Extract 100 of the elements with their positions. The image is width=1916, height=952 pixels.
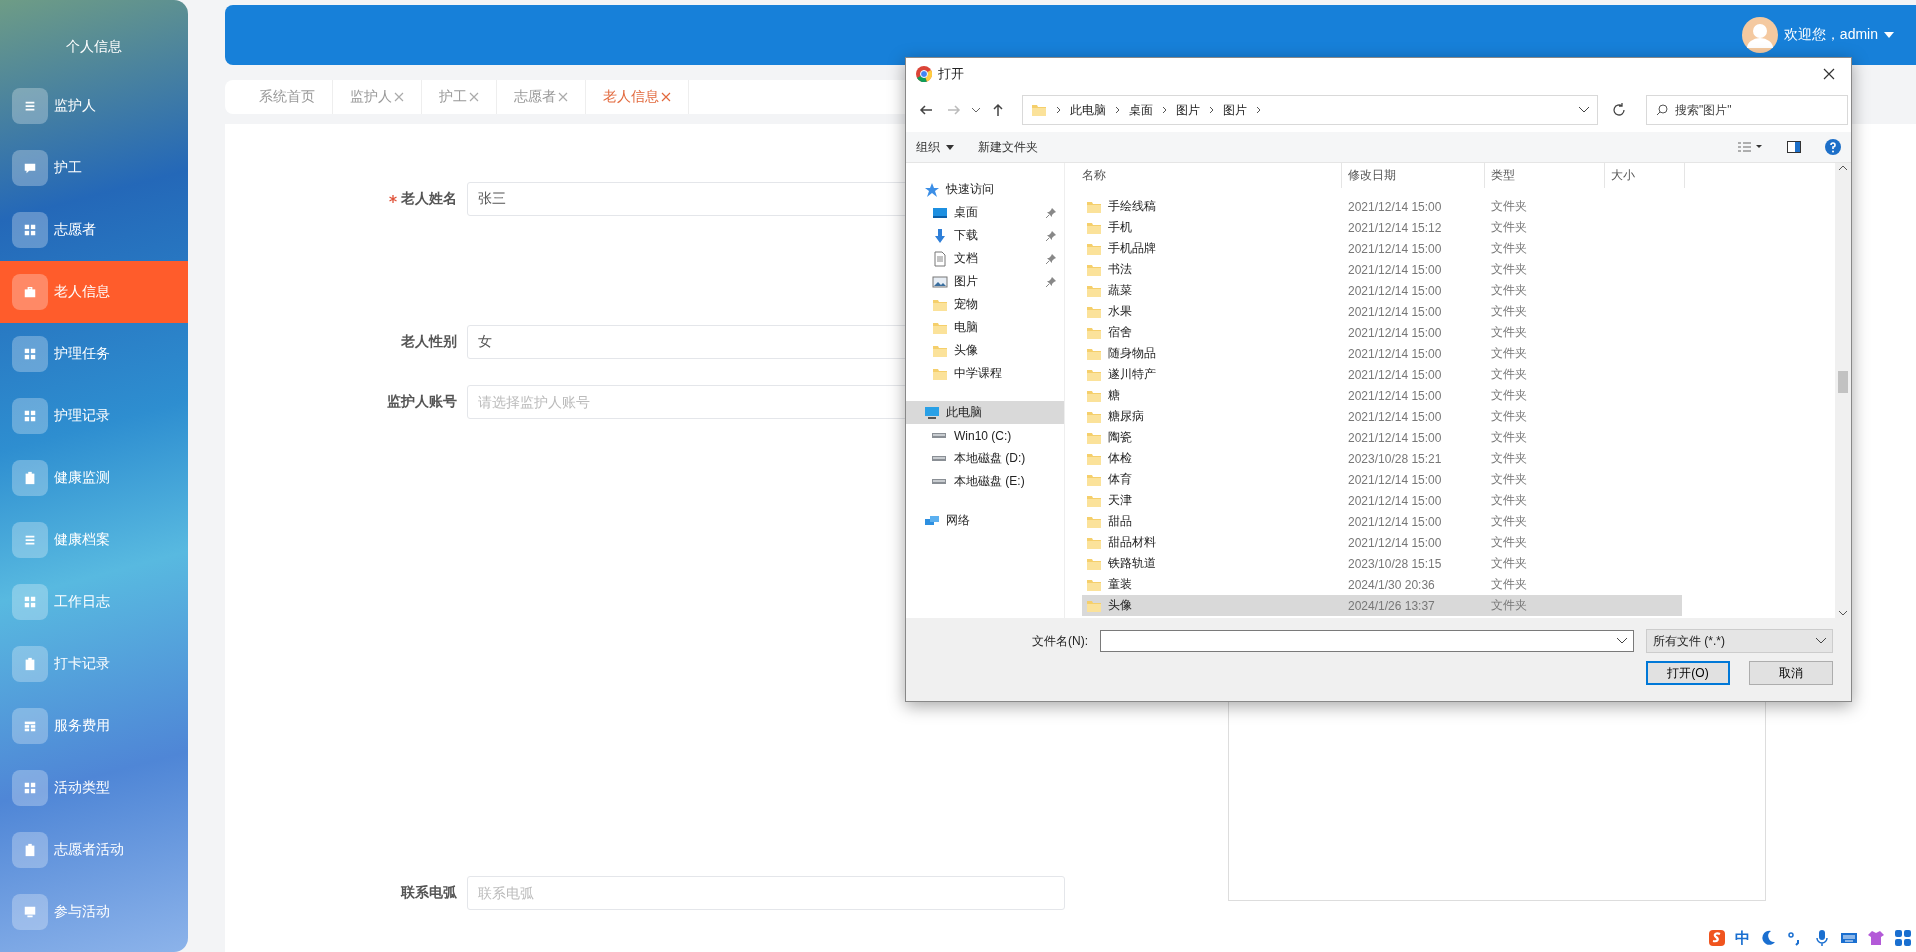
scroll-down-icon[interactable] [1839, 611, 1847, 615]
scrollbar[interactable] [1835, 163, 1851, 618]
file-row[interactable]: 书法 2021/12/14 15:00 文件夹 [1082, 259, 1682, 280]
microphone-icon[interactable] [1813, 929, 1831, 947]
ime-mode[interactable]: 中 [1735, 928, 1750, 948]
file-type: 文件夹 [1490, 303, 1527, 320]
file-type: 文件夹 [1490, 408, 1527, 425]
file-row[interactable]: 体育 2021/12/14 15:00 文件夹 [1082, 469, 1682, 490]
address-bar[interactable]: 此电脑 桌面 图片 图片 [1022, 95, 1598, 125]
chevron-down-icon[interactable] [1579, 107, 1589, 113]
dialog-button[interactable]: 取消 [1749, 661, 1833, 685]
scroll-thumb[interactable] [1838, 371, 1848, 393]
nav-item[interactable]: 下载 [906, 224, 1064, 247]
download-icon [932, 227, 948, 244]
shirt-icon[interactable] [1867, 929, 1885, 947]
file-name: 书法 [1108, 261, 1132, 278]
field-label: 老人性别 [401, 333, 457, 351]
sidebar-title: 个人信息 [66, 37, 122, 56]
file-row[interactable]: 体检 2023/10/28 15:21 文件夹 [1082, 448, 1682, 469]
file-row[interactable]: 甜品 2021/12/14 15:00 文件夹 [1082, 511, 1682, 532]
file-row[interactable]: 遂川特产 2021/12/14 15:00 文件夹 [1082, 364, 1682, 385]
file-row[interactable]: 陶瓷 2021/12/14 15:00 文件夹 [1082, 427, 1682, 448]
field-label: 老人姓名 [401, 190, 457, 208]
sidebar-item[interactable]: 护理记录 [0, 385, 188, 447]
file-row[interactable]: 糖 2021/12/14 15:00 文件夹 [1082, 385, 1682, 406]
folder-icon [1031, 102, 1047, 118]
organize-button[interactable]: 组织 [916, 138, 954, 156]
breadcrumb[interactable]: 此电脑 [1070, 101, 1106, 119]
file-row[interactable]: 随身物品 2021/12/14 15:00 文件夹 [1082, 343, 1682, 364]
column-header[interactable]: 大小 [1605, 163, 1685, 188]
file-date: 2021/12/14 15:00 [1347, 346, 1443, 361]
preview-pane-icon[interactable] [1787, 141, 1801, 153]
nav-item[interactable]: 文档 [906, 247, 1064, 270]
avatar[interactable] [1741, 17, 1778, 53]
file-row[interactable]: 糖尿病 2021/12/14 15:00 文件夹 [1082, 406, 1682, 427]
nav-item[interactable]: 本地磁盘 (D:) [906, 447, 1064, 470]
file-row[interactable]: 铁路轨道 2023/10/28 15:15 文件夹 [1082, 553, 1682, 574]
close-icon[interactable] [1823, 68, 1835, 80]
file-row[interactable]: 水果 2021/12/14 15:00 文件夹 [1082, 301, 1682, 322]
nav-item[interactable]: 图片 [906, 270, 1064, 293]
nav-item[interactable]: 网络 [906, 509, 1064, 532]
file-name: 体检 [1108, 450, 1132, 467]
file-name: 随身物品 [1108, 345, 1156, 362]
search-field[interactable]: 搜索"图片" [1646, 95, 1848, 125]
file-name: 天津 [1108, 492, 1132, 509]
file-row[interactable]: 蔬菜 2021/12/14 15:00 文件夹 [1082, 280, 1682, 301]
view-icon[interactable] [1737, 141, 1763, 153]
file-type: 文件夹 [1490, 555, 1527, 572]
chevron-down-icon[interactable] [1617, 638, 1627, 644]
chevron-down-icon[interactable] [972, 107, 980, 113]
file-date: 2021/12/14 15:00 [1347, 430, 1443, 445]
column-header[interactable]: 类型 [1485, 163, 1605, 188]
grid-icon[interactable] [1894, 929, 1912, 947]
file-type: 文件夹 [1490, 513, 1527, 530]
sidebar-item[interactable]: 志愿者 [0, 199, 188, 261]
sidebar-item[interactable]: 护理任务 [0, 323, 188, 385]
moon-icon[interactable] [1759, 929, 1777, 947]
scroll-up-icon[interactable] [1839, 166, 1847, 170]
document-icon [932, 250, 948, 267]
nav-item[interactable]: 宠物 [906, 293, 1064, 316]
sidebar-item[interactable]: 护工 [0, 137, 188, 199]
file-row[interactable]: 宿舍 2021/12/14 15:00 文件夹 [1082, 322, 1682, 343]
file-date: 2021/12/14 15:00 [1347, 325, 1443, 340]
file-date: 2024/1/26 13:37 [1347, 598, 1436, 613]
nav-item[interactable]: 本地磁盘 (E:) [906, 470, 1064, 493]
file-row[interactable]: 童装 2024/1/30 20:36 文件夹 [1082, 574, 1682, 595]
text-field[interactable]: 联系电弧 [467, 876, 1065, 910]
help-icon[interactable] [1825, 139, 1841, 155]
chevron-down-icon [1816, 638, 1826, 644]
sidebar-item[interactable]: 活动类型 [0, 757, 188, 819]
new-folder-button[interactable]: 新建文件夹 [978, 138, 1038, 156]
file-name: 手绘线稿 [1108, 198, 1156, 215]
filename-field[interactable] [1100, 630, 1634, 652]
grid-icon [12, 770, 48, 806]
file-type: 文件夹 [1490, 240, 1527, 257]
nav-item[interactable]: 中学课程 [906, 362, 1064, 385]
dialog-button[interactable]: 打开(O) [1646, 661, 1730, 685]
file-row[interactable]: 头像 2024/1/26 13:37 文件夹 [1082, 595, 1682, 616]
input-method-icon[interactable] [1708, 929, 1726, 947]
sidebar-item[interactable]: 监护人 [0, 75, 188, 137]
file-row[interactable]: 天津 2021/12/14 15:00 文件夹 [1082, 490, 1682, 511]
nav-item[interactable]: Win10 (C:) [906, 424, 1064, 447]
column-header[interactable]: 修改日期 [1342, 163, 1485, 188]
column-header[interactable]: 名称 [1065, 163, 1342, 188]
refresh-icon[interactable] [1612, 103, 1626, 117]
breadcrumb[interactable]: 桌面 [1129, 101, 1153, 119]
file-row[interactable]: 手机品牌 2021/12/14 15:00 文件夹 [1082, 238, 1682, 259]
file-type-dropdown[interactable]: 所有文件 (*.*) [1646, 629, 1833, 653]
nav-item[interactable]: 此电脑 [906, 401, 1064, 424]
file-type: 文件夹 [1490, 219, 1527, 236]
breadcrumb[interactable]: 图片 [1176, 101, 1200, 119]
nav-item[interactable]: 头像 [906, 339, 1064, 362]
file-row[interactable]: 手绘线稿 2021/12/14 15:00 文件夹 [1082, 196, 1682, 217]
file-row[interactable]: 手机 2021/12/14 15:12 文件夹 [1082, 217, 1682, 238]
file-date: 2021/12/14 15:00 [1347, 409, 1443, 424]
breadcrumb[interactable]: 图片 [1223, 101, 1247, 119]
file-type: 文件夹 [1490, 429, 1527, 446]
monitor-icon [12, 894, 48, 930]
file-row[interactable]: 甜品材料 2021/12/14 15:00 文件夹 [1082, 532, 1682, 553]
grid-icon [12, 212, 48, 248]
